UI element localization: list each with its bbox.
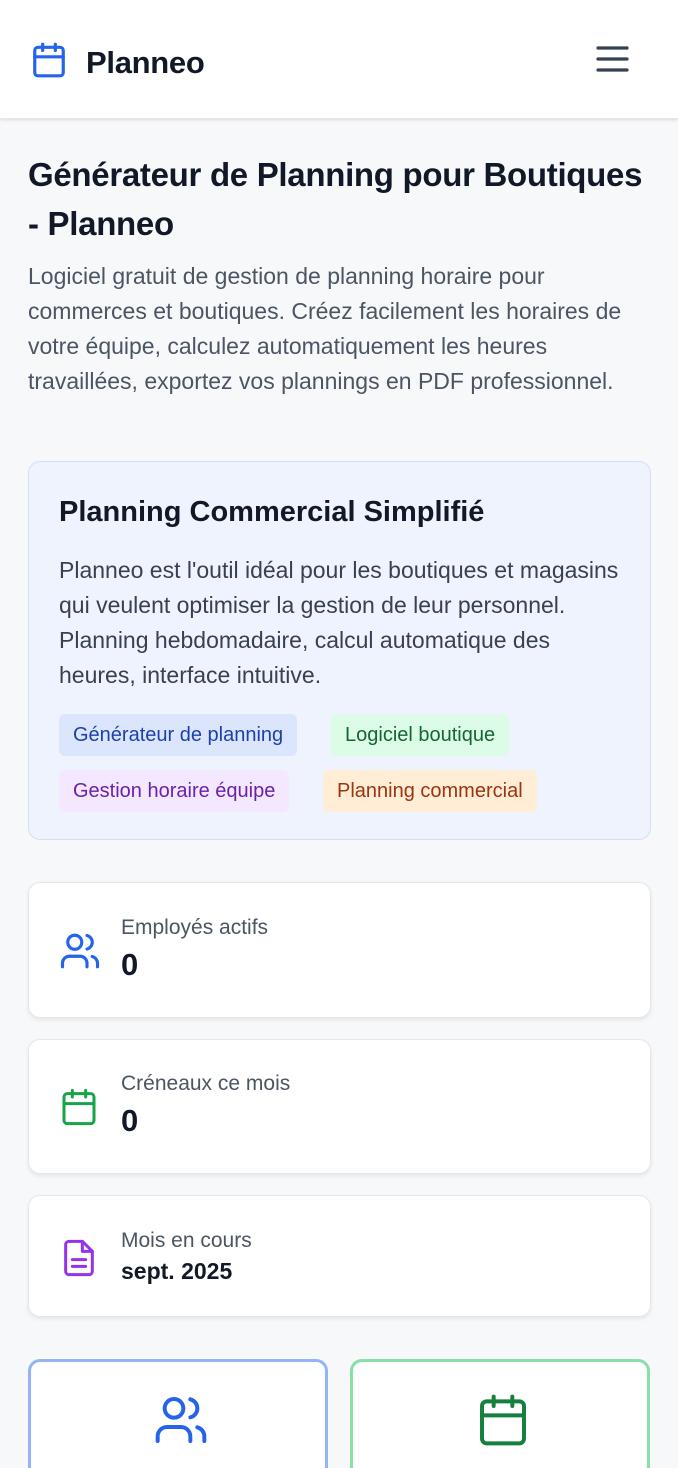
- action-card-planning[interactable]: [350, 1359, 650, 1468]
- tag-team-schedule: Gestion horaire équipe: [59, 770, 290, 812]
- menu-button[interactable]: [592, 42, 632, 78]
- info-card-title: Planning Commercial Simplifié: [59, 496, 485, 528]
- brand[interactable]: Planneo: [30, 40, 205, 85]
- stat-label: Mois en cours: [121, 1229, 252, 1252]
- stat-value: 0: [121, 947, 139, 982]
- top-header: Planneo: [0, 0, 678, 119]
- hamburger-menu-icon: [592, 46, 632, 82]
- page-description: Logiciel gratuit de gestion de planning …: [28, 263, 622, 394]
- calendar-icon: [30, 40, 68, 85]
- tag-boutique-software: Logiciel boutique: [331, 714, 510, 756]
- info-card: Planning Commercial Simplifié Planneo es…: [28, 461, 651, 840]
- action-card-employees[interactable]: [28, 1359, 328, 1468]
- users-icon: [153, 1392, 209, 1453]
- stat-value: sept. 2025: [121, 1258, 233, 1284]
- stat-card-active-employees: Employés actifs 0: [28, 882, 651, 1018]
- calendar-icon: [475, 1392, 531, 1453]
- stat-label: Employés actifs: [121, 916, 269, 939]
- info-card-text: Planneo est l'outil idéal pour les bouti…: [59, 557, 619, 688]
- calendar-icon: [59, 1086, 99, 1133]
- tag-commercial-planning: Planning commercial: [323, 770, 537, 812]
- app-name: Planneo: [86, 44, 205, 80]
- stat-card-current-month: Mois en cours sept. 2025: [28, 1195, 651, 1317]
- stat-card-monthly-slots: Créneaux ce mois 0: [28, 1039, 651, 1174]
- stat-label: Créneaux ce mois: [121, 1072, 291, 1095]
- users-icon: [59, 930, 101, 977]
- tag-planning-generator: Générateur de planning: [59, 714, 298, 756]
- document-icon: [59, 1237, 99, 1284]
- page-title: Générateur de Planning pour Boutiques - …: [28, 156, 643, 242]
- stat-value: 0: [121, 1103, 139, 1138]
